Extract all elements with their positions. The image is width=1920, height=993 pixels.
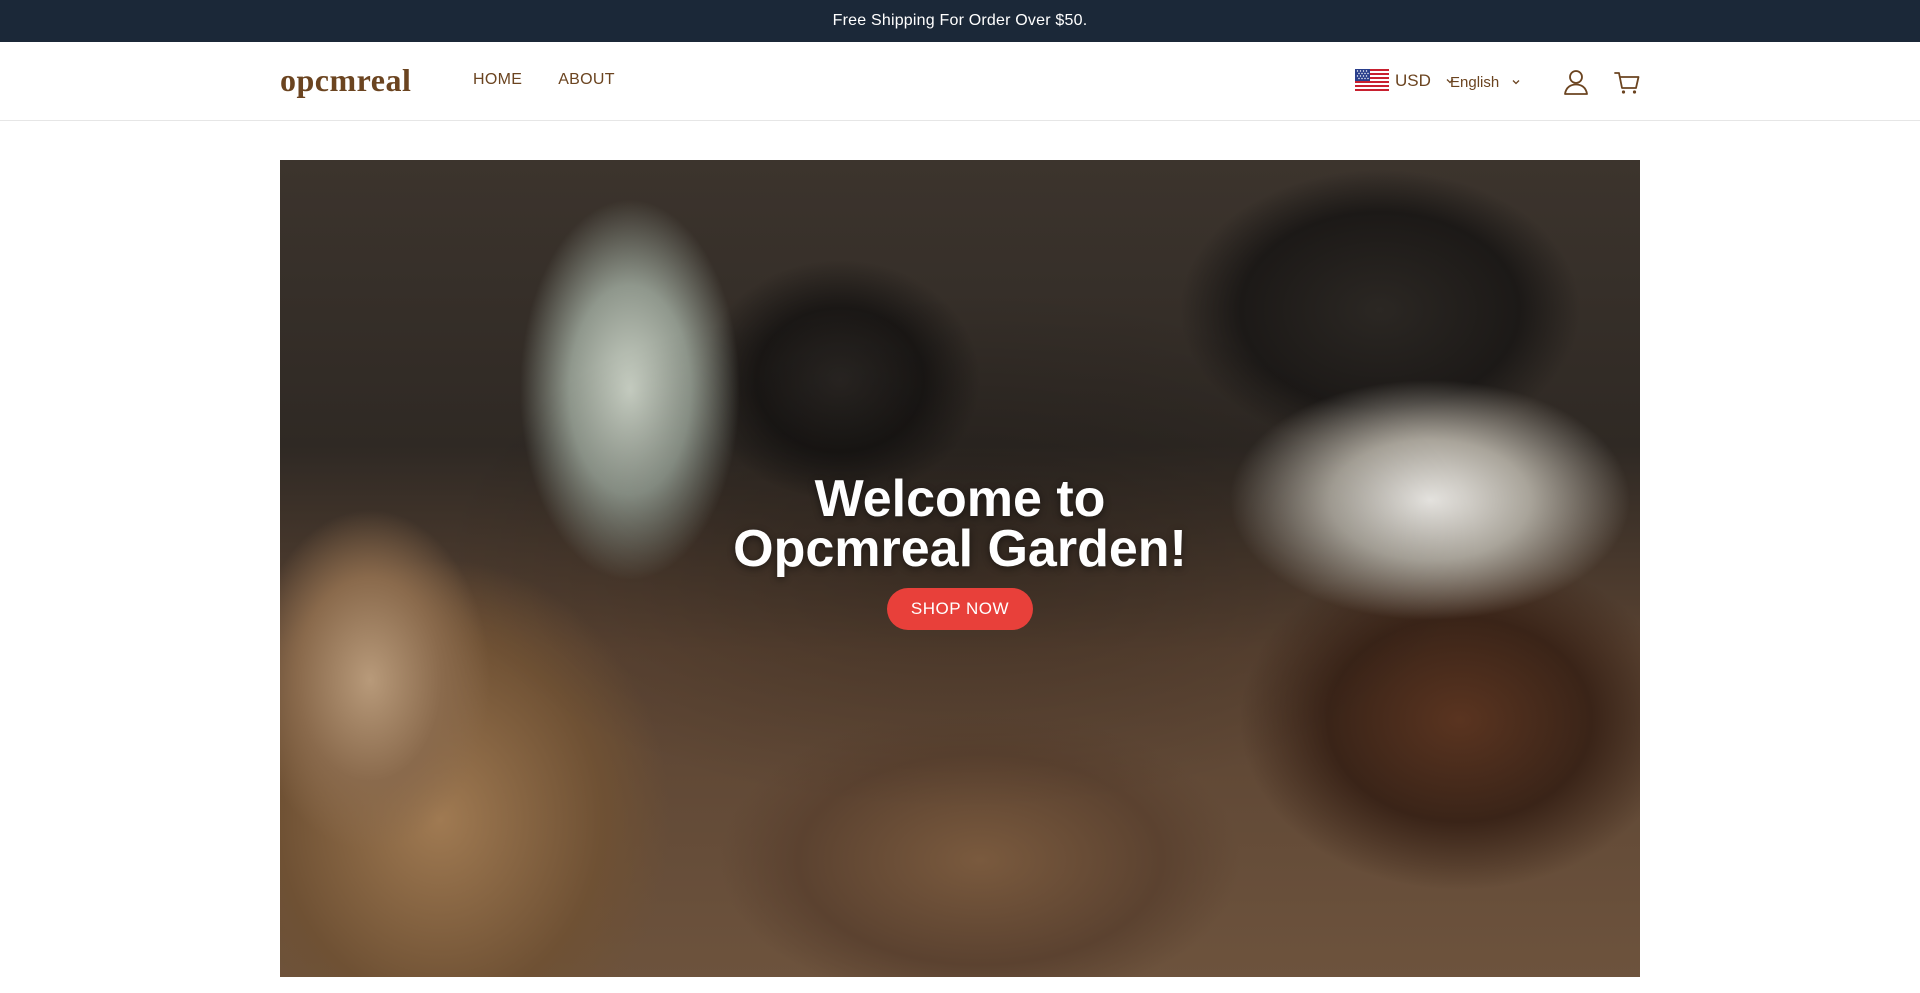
language-selector[interactable]: English <box>1444 71 1521 93</box>
logo[interactable]: opcmreal <box>280 62 411 99</box>
chevron-down-icon <box>1512 80 1520 85</box>
account-button[interactable] <box>1561 67 1591 97</box>
main-nav: HOME ABOUT <box>473 71 615 89</box>
us-flag-icon <box>1355 69 1389 93</box>
language-label: English <box>1450 73 1500 91</box>
hero-title-line2: Opcmreal Garden! <box>733 520 1187 578</box>
nav-about-link[interactable]: ABOUT <box>558 71 615 89</box>
hero-banner: Welcome to Opcmreal Garden! SHOP NOW <box>280 160 1640 977</box>
currency-selector[interactable]: USD <box>1355 68 1455 94</box>
cart-button[interactable] <box>1612 67 1642 97</box>
shop-now-button[interactable]: SHOP NOW <box>887 588 1033 630</box>
hero-title: Welcome to Opcmreal Garden! <box>660 473 1260 575</box>
announcement-bar: Free Shipping For Order Over $50. <box>0 0 1920 42</box>
cart-icon <box>1614 72 1640 94</box>
currency-label: USD <box>1395 71 1431 90</box>
announcement-text: Free Shipping For Order Over $50. <box>832 12 1088 29</box>
site-header: opcmreal HOME ABOUT USD English <box>0 42 1920 121</box>
account-icon <box>1564 70 1588 95</box>
nav-home-link[interactable]: HOME <box>473 71 522 89</box>
